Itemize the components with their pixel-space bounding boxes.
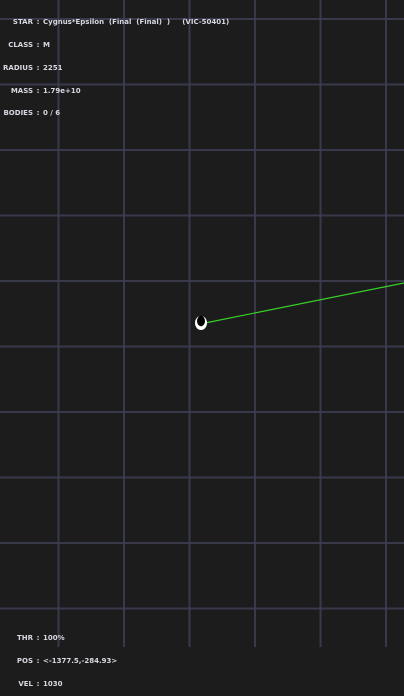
- position-value: <-1377.5,-284.93>: [43, 656, 118, 665]
- position-label: POS: [16, 656, 33, 665]
- radius-value: 2251: [43, 63, 63, 72]
- star-label: STAR: [12, 18, 33, 27]
- class-value: M: [43, 40, 50, 49]
- bodies-value: 0 / 6: [43, 109, 61, 118]
- trajectory-line: [204, 282, 404, 324]
- velocity-value: 1030: [43, 679, 63, 688]
- thrust-value: 100%: [43, 634, 65, 643]
- thrust-label: THR: [16, 634, 33, 643]
- ship-icon: [195, 315, 207, 330]
- star-info-panel: STAR: Cygnus*Epsilon (Final (Final) ) (VI…: [3, 4, 229, 126]
- radius-row: RADIUS:2251: [3, 63, 63, 72]
- bodies-label: BODIES: [3, 109, 33, 118]
- ship-status-panel: THR:100% POS: <-1377.5,-284.93> VEL:1030: [9, 620, 117, 696]
- bodies-row: BODIES:0 / 6: [3, 109, 61, 118]
- class-row: CLASS: M: [3, 40, 229, 50]
- star-name: Cygnus*Epsilon (Final (Final) ) (VIC-504…: [43, 18, 230, 27]
- mass-value: 1.79e+10: [43, 86, 81, 95]
- velocity-label: VEL: [18, 679, 33, 688]
- radius-label: RADIUS: [3, 63, 33, 72]
- velocity-row: VEL:1030: [9, 679, 117, 689]
- star-row: STAR: Cygnus*Epsilon (Final (Final) ) (VI…: [3, 19, 229, 27]
- class-label: CLASS: [8, 40, 33, 49]
- thrust-row: THR:100%: [9, 635, 117, 643]
- position-row: POS: <-1377.5,-284.93>: [9, 656, 118, 666]
- mass-row: MASS:1.79e+10: [3, 86, 229, 96]
- mass-label: MASS: [10, 86, 33, 95]
